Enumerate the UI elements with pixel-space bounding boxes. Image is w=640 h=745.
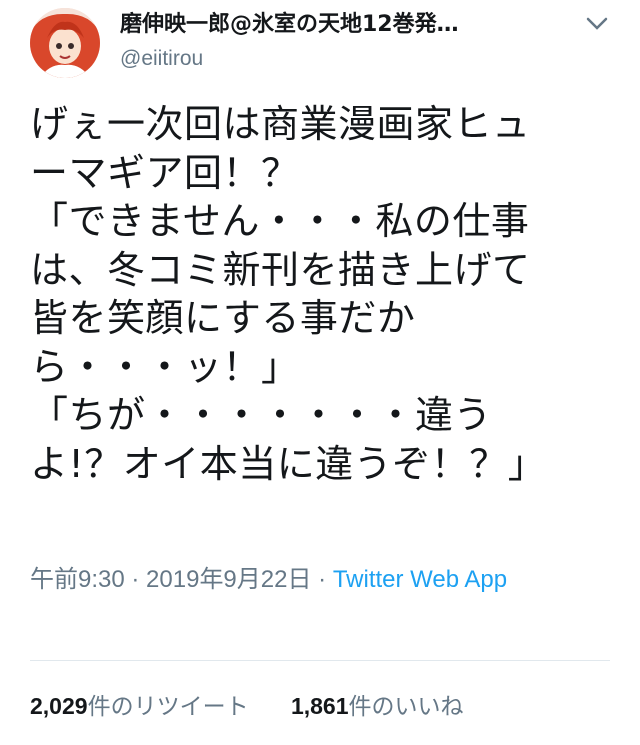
likes-label: 件のいいね [348, 693, 464, 719]
meta-separator: · [124, 566, 147, 593]
user-handle[interactable]: @eiitirou [120, 44, 620, 74]
avatar-illustration [30, 8, 100, 78]
tweet-header: 磨伸映一郎@氷室の天地12巻発… @eiitirou [120, 10, 620, 74]
meta-separator-2: · [311, 566, 333, 593]
tweet-time[interactable]: 午前9:30 [30, 566, 125, 593]
retweets-label: 件のリツイート [87, 693, 249, 719]
likes-count: 1,861 [290, 693, 349, 719]
retweets-stat[interactable]: 2,029件のリツイート [30, 690, 249, 722]
retweets-count: 2,029 [30, 693, 88, 719]
tweet-text: げぇ一次回は商業漫画家ヒュ ーマギア回！？ 「できません・・・私の仕事 は、冬コ… [30, 102, 547, 486]
tweet-meta: 午前9:30 · 2019年9月22日 · Twitter Web App [30, 562, 590, 598]
tweet-stats: 2,029件のリツイート 1,861件のいいね [30, 690, 500, 722]
chevron-down-icon[interactable] [586, 16, 608, 32]
avatar[interactable] [30, 8, 100, 78]
display-name[interactable]: 磨伸映一郎@氷室の天地12巻発… [120, 10, 560, 40]
tweet-date[interactable]: 2019年9月22日 [146, 566, 311, 593]
likes-stat[interactable]: 1,861件のいいね [291, 690, 464, 722]
divider [30, 660, 610, 661]
tweet-source-link[interactable]: Twitter Web App [333, 566, 507, 593]
